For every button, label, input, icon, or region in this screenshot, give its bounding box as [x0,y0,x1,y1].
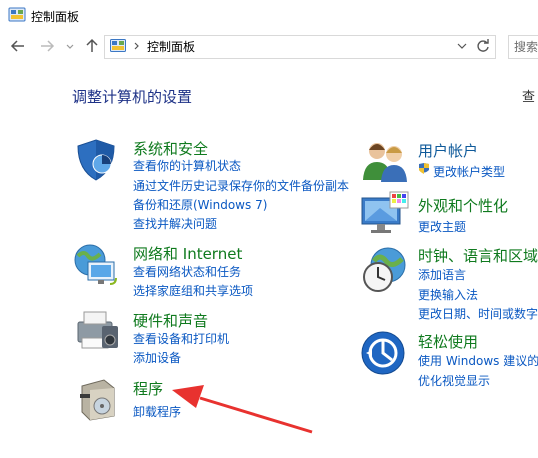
annotation-arrow [172,385,313,434]
